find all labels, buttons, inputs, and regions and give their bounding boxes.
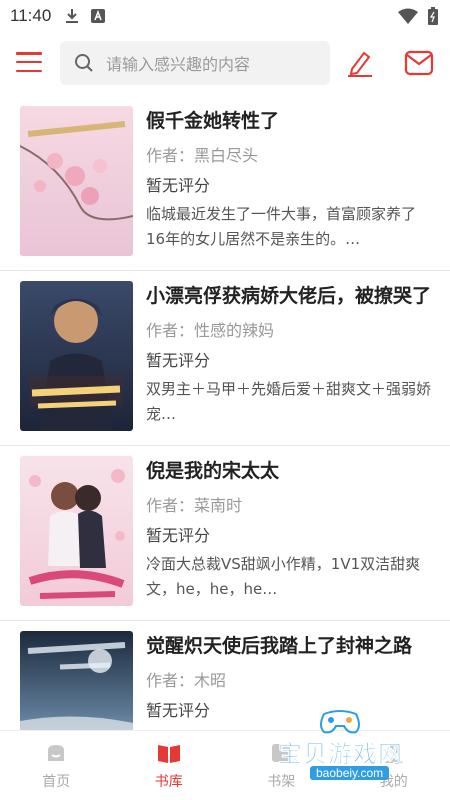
book-rating: 暂无评分 [146, 701, 211, 720]
book-list[interactable]: 假千金她转性了 作者：黑白尽头 暂无评分 临城最近发生了一件大事，首富顾家养了1… [0, 96, 450, 730]
book-rating: 暂无评分 [146, 526, 211, 545]
search-input[interactable]: 请输入感兴趣的内容 [60, 41, 330, 85]
book-item[interactable]: 倪是我的宋太太 作者：菜南时 暂无评分 冷面大总裁VS甜飒小作精，1V1双洁甜爽… [0, 446, 450, 621]
book-author: 木昭 [194, 671, 227, 690]
tab-label: 首页 [42, 773, 71, 790]
book-title: 倪是我的宋太太 [146, 460, 280, 482]
edit-icon[interactable] [346, 49, 374, 77]
watermark: 宝贝游戏网 baobeiy.com [270, 708, 420, 788]
book-description: 冷面大总裁VS甜飒小作精，1V1双洁甜爽文，he，he，he… [146, 555, 421, 598]
author-prefix: 作者： [146, 671, 195, 690]
book-title: 小漂亮俘获病娇大佬后，被撩哭了 [146, 285, 432, 307]
book-item[interactable]: 小漂亮俘获病娇大佬后，被撩哭了 作者：性感的辣妈 暂无评分 双男主＋马甲＋先婚后… [0, 271, 450, 446]
top-bar: 请输入感兴趣的内容 [0, 36, 450, 90]
watermark-text: 宝贝游戏网 [278, 740, 403, 769]
download-icon [66, 9, 79, 23]
tab-library[interactable]: 书库 [113, 731, 226, 800]
search-icon [75, 54, 93, 72]
search-placeholder: 请输入感兴趣的内容 [106, 55, 251, 74]
gamepad-icon [320, 710, 360, 734]
book-description: 双男主＋马甲＋先婚后爱＋甜爽文＋强弱娇宠… [146, 380, 432, 423]
battery-icon [428, 7, 438, 25]
menu-icon[interactable] [16, 50, 42, 74]
tab-home[interactable]: 首页 [0, 731, 113, 800]
book-cover [20, 106, 133, 256]
tab-label: 书库 [154, 773, 183, 790]
book-item[interactable]: 假千金她转性了 作者：黑白尽头 暂无评分 临城最近发生了一件大事，首富顾家养了1… [0, 96, 450, 271]
home-icon [48, 744, 65, 761]
book-title: 觉醒炽天使后我踏上了封神之路 [146, 635, 413, 657]
book-cover [20, 631, 133, 730]
author-prefix: 作者： [146, 321, 195, 340]
book-cover [20, 281, 133, 431]
status-time: 11:40 [10, 6, 52, 25]
book-author: 黑白尽头 [194, 146, 259, 165]
author-prefix: 作者： [146, 496, 195, 515]
book-author: 性感的辣妈 [194, 321, 275, 340]
watermark-url: baobeiy.com [310, 766, 390, 780]
book-author-line: 作者：黑白尽头 [146, 142, 258, 166]
book-author-line: 作者：性感的辣妈 [146, 317, 274, 341]
book-description: 临城最近发生了一件大事，首富顾家养了16年的女儿居然不是亲生的。… [146, 205, 417, 248]
app-notification-icon [91, 9, 106, 23]
book-author: 菜南时 [194, 496, 243, 515]
book-rating: 暂无评分 [146, 176, 211, 195]
book-library-icon [157, 744, 180, 763]
book-cover [20, 456, 133, 606]
wifi-icon [398, 8, 418, 24]
status-bar: 11:40 [0, 0, 450, 32]
author-prefix: 作者： [146, 146, 195, 165]
book-rating: 暂无评分 [146, 351, 211, 370]
book-author-line: 作者：菜南时 [146, 492, 242, 516]
mail-icon[interactable] [404, 49, 434, 77]
book-title: 假千金她转性了 [146, 110, 280, 132]
book-author-line: 作者：木昭 [146, 667, 226, 691]
